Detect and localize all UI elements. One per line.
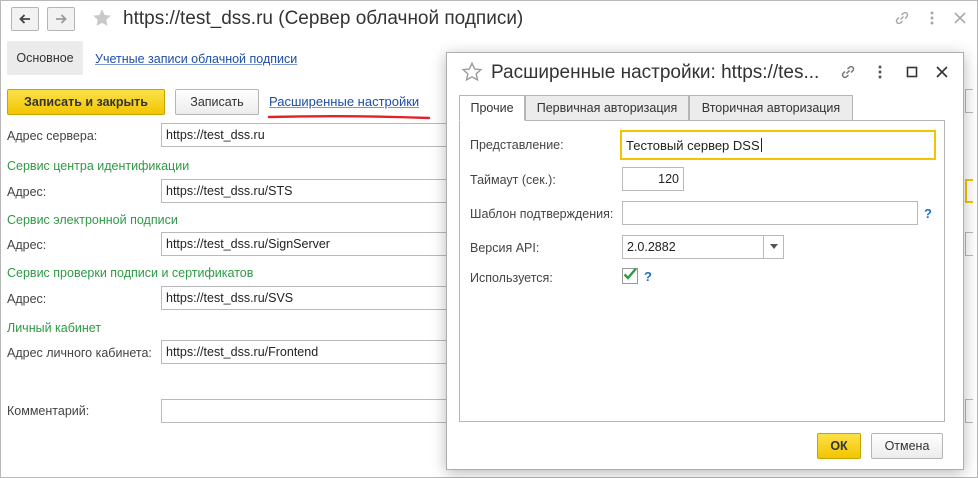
close-icon[interactable] xyxy=(951,9,969,27)
tab-secondary-auth[interactable]: Вторичная авторизация xyxy=(689,95,853,121)
comment-field[interactable] xyxy=(161,399,451,423)
favorite-star-icon[interactable] xyxy=(91,7,113,29)
timeout-field[interactable]: 120 xyxy=(622,167,684,191)
sign-address-label: Адрес: xyxy=(7,238,47,252)
used-help-icon[interactable]: ? xyxy=(644,269,652,284)
save-button[interactable]: Записать xyxy=(175,89,259,115)
used-checkbox[interactable] xyxy=(622,267,638,284)
chevron-down-icon xyxy=(769,244,778,249)
tab-primary-auth[interactable]: Первичная авторизация xyxy=(525,95,689,121)
ok-button[interactable]: ОК xyxy=(817,433,861,459)
toolbar-more-stub[interactable] xyxy=(965,89,973,113)
comment-label: Комментарий: xyxy=(7,404,90,418)
more-icon[interactable] xyxy=(923,9,941,27)
template-field[interactable] xyxy=(622,201,918,225)
forward-button[interactable] xyxy=(47,7,75,31)
verify-address-label: Адрес: xyxy=(7,292,47,306)
representation-label: Представление: xyxy=(470,138,564,152)
checkmark-icon xyxy=(623,267,637,280)
dialog-star-icon[interactable] xyxy=(461,61,483,83)
sign-address-stub[interactable] xyxy=(965,232,973,256)
dialog-tab-panel: Представление: Тестовый сервер DSS Тайма… xyxy=(459,120,945,422)
verify-address-field[interactable]: https://test_dss.ru/SVS xyxy=(161,286,451,310)
cabinet-address-label: Адрес личного кабинета: xyxy=(7,346,152,360)
arrow-left-icon xyxy=(19,14,30,24)
template-label: Шаблон подтверждения: xyxy=(470,207,614,221)
dialog-title: Расширенные настройки: https://tes... xyxy=(491,62,820,83)
representation-field[interactable]: Тестовый сервер DSS xyxy=(620,130,936,160)
dialog-maximize-icon[interactable] xyxy=(903,63,921,81)
tab-accounts-link[interactable]: Учетные записи облачной подписи xyxy=(95,52,297,66)
id-service-section: Сервис центра идентификации xyxy=(7,159,190,173)
verify-service-section: Сервис проверки подписи и сертификатов xyxy=(7,266,254,280)
api-version-label: Версия API: xyxy=(470,241,540,255)
id-address-field[interactable]: https://test_dss.ru/STS xyxy=(161,179,451,203)
arrow-right-icon xyxy=(56,14,67,24)
template-help-icon[interactable]: ? xyxy=(924,206,932,221)
red-highlight-underline xyxy=(267,115,431,120)
tab-main[interactable]: Основное xyxy=(7,41,83,75)
dialog-more-icon[interactable] xyxy=(871,63,889,81)
tab-other[interactable]: Прочие xyxy=(459,95,525,121)
comment-stub[interactable] xyxy=(965,399,973,423)
dialog-link-icon[interactable] xyxy=(839,63,857,81)
timeout-label: Таймаут (сек.): xyxy=(470,173,556,187)
window-title: https://test_dss.ru (Сервер облачной под… xyxy=(123,8,524,29)
dialog-close-icon[interactable] xyxy=(933,63,951,81)
dropdown-button[interactable] xyxy=(763,236,783,258)
sign-address-field[interactable]: https://test_dss.ru/SignServer xyxy=(161,232,451,256)
cancel-button[interactable]: Отмена xyxy=(871,433,943,459)
server-address-field[interactable]: https://test_dss.ru xyxy=(161,123,451,147)
id-address-label: Адрес: xyxy=(7,185,47,199)
cabinet-address-field[interactable]: https://test_dss.ru/Frontend xyxy=(161,340,451,364)
id-address-stub[interactable] xyxy=(965,179,973,203)
back-button[interactable] xyxy=(11,7,39,31)
advanced-settings-link[interactable]: Расширенные настройки xyxy=(269,94,419,109)
link-icon[interactable] xyxy=(893,9,911,27)
save-and-close-button[interactable]: Записать и закрыть xyxy=(7,89,165,115)
sign-service-section: Сервис электронной подписи xyxy=(7,213,178,227)
cabinet-section: Личный кабинет xyxy=(7,321,102,335)
api-version-select[interactable]: 2.0.2882 xyxy=(622,235,784,259)
used-label: Используется: xyxy=(470,271,553,285)
advanced-settings-dialog: Расширенные настройки: https://tes... Пр… xyxy=(446,52,964,470)
server-address-label: Адрес сервера: xyxy=(7,129,98,143)
